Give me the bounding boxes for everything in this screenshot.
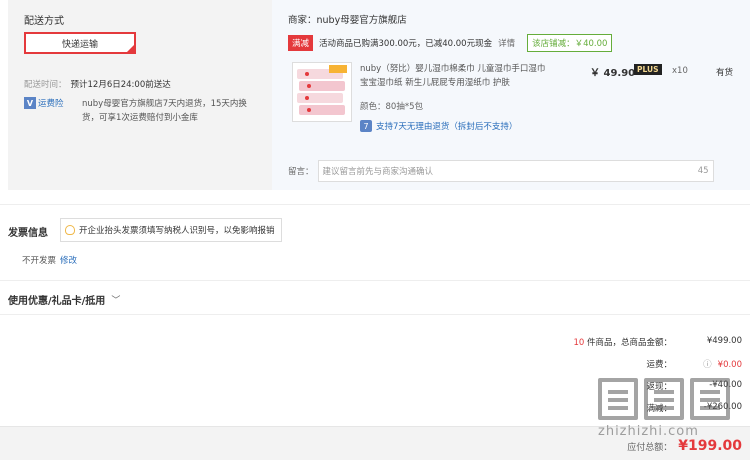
summary-shipping-amount: ¥0.00 (717, 360, 742, 370)
summary-total-row: 10 件商品，总商品金额： ¥499.00 (552, 336, 742, 348)
wipes-pack-icon (297, 65, 347, 115)
invoice-value: 不开发票 修改 (22, 254, 77, 266)
product-name-link[interactable]: nuby（努比）婴儿湿巾棉柔巾 儿童湿巾手口湿巾 宝宝湿巾纸 新生儿屁屁专用湿纸… (360, 62, 556, 90)
message-placeholder: 建议留言前先与商家沟通确认 (322, 167, 434, 177)
invoice-tip: 开企业抬头发票须填写纳税人识别号，以免影响报销 (60, 218, 282, 242)
message-row: 留言： 建议留言前先与商家沟通确认 45 (288, 160, 714, 182)
watermark-text: zhizhizhi.com (598, 424, 699, 439)
summary-item-count: 10 (573, 338, 585, 348)
summary-total-label: 10 件商品，总商品金额： (552, 336, 672, 348)
divider (0, 280, 750, 281)
order-block: 配送方式 快递运输 配送时间： 预计12月6日24:00前送达 V 运费险 nub… (8, 0, 750, 190)
invoice-title: 发票信息 (8, 228, 48, 239)
shipping-method-label: 快递运输 (61, 39, 98, 50)
shipping-time: 配送时间： 预计12月6日24:00前送达 (24, 78, 171, 90)
message-char-count: 45 (697, 166, 709, 176)
message-label: 留言： (288, 167, 314, 177)
watermark-glyph (598, 378, 638, 420)
lightbulb-icon (65, 225, 75, 235)
promo-text: 活动商品已购满300.00元，已减40.00元现金 (319, 39, 493, 49)
shop-section: 商家：nuby母婴官方旗舰店 满减 活动商品已购满300.00元，已减40.00… (272, 0, 750, 190)
product-row: nuby（努比）婴儿湿巾棉柔巾 儿童湿巾手口湿巾 宝宝湿巾纸 新生儿屁屁专用湿纸… (288, 60, 744, 140)
summary-total-value: ¥499.00 (706, 336, 742, 346)
coupon-toggle[interactable]: 使用优惠/礼品卡/抵用 ﹀ (8, 292, 120, 307)
promo-detail-link[interactable]: 详情 (498, 37, 515, 49)
site-watermark: zhizhizhi.com (598, 378, 746, 456)
seven-day-icon: 7 (360, 120, 372, 132)
product-thumbnail[interactable] (292, 62, 352, 122)
shop-name[interactable]: 商家：nuby母婴官方旗舰店 (288, 12, 407, 26)
plus-badge: PLUS (634, 64, 662, 75)
insurance-badge[interactable]: V 运费险 (24, 97, 64, 109)
invoice-tip-text: 开企业抬头发票须填写纳税人识别号，以免影响报销 (79, 226, 275, 236)
selected-corner-icon (126, 44, 135, 53)
stock-status: 有货 (716, 68, 734, 78)
chevron-down-icon: ﹀ (111, 296, 121, 306)
refund-text: 支持7天无理由退货（拆封后不支持） (376, 122, 518, 132)
summary-shipping-row: 运费： ⓘ ¥0.00 (552, 358, 742, 370)
insurance-label: 运费险 (38, 99, 64, 109)
info-icon[interactable]: ⓘ (703, 360, 712, 370)
coupon-title: 使用优惠/礼品卡/抵用 (8, 296, 106, 307)
watermark-glyph (644, 378, 684, 420)
product-price: ￥ 49.90 (590, 68, 636, 79)
summary-shipping-value: ⓘ ¥0.00 (672, 358, 742, 370)
summary-count-label: 件商品，总商品金额： (584, 338, 672, 348)
refund-policy: 7 支持7天无理由退货（拆封后不支持） (360, 120, 517, 132)
promo-tag: 满减 (288, 35, 314, 51)
divider (0, 314, 750, 315)
product-quantity: x10 (672, 66, 688, 76)
watermark-logo (598, 378, 746, 420)
shipping-time-label: 配送时间： (24, 80, 67, 90)
shipping-time-value: 预计12月6日24:00前送达 (70, 80, 171, 90)
shipping-section: 配送方式 快递运输 配送时间： 预计12月6日24:00前送达 V 运费险 nub… (8, 0, 272, 190)
shipping-method-option[interactable]: 快递运输 (24, 32, 136, 54)
invoice-status: 不开发票 (22, 256, 57, 266)
shipping-title: 配送方式 (24, 16, 64, 27)
invoice-edit-link[interactable]: 修改 (60, 256, 77, 266)
message-input[interactable]: 建议留言前先与商家沟通确认 45 (317, 160, 714, 182)
insurance-icon: V (24, 97, 36, 109)
promo-row: 满减 活动商品已购满300.00元，已减40.00元现金 详情 该店铺减：￥40… (288, 34, 613, 52)
divider (0, 204, 750, 205)
summary-shipping-label: 运费： (646, 360, 672, 370)
product-color: 颜色：80抽*5包 (360, 102, 423, 112)
insurance-text: nuby母婴官方旗舰店7天内退货，15天内换货，可享1次运费赔付到小金库 (82, 99, 247, 123)
watermark-glyph (690, 378, 730, 420)
shop-discount-badge: 该店铺减：￥40.00 (527, 34, 613, 52)
